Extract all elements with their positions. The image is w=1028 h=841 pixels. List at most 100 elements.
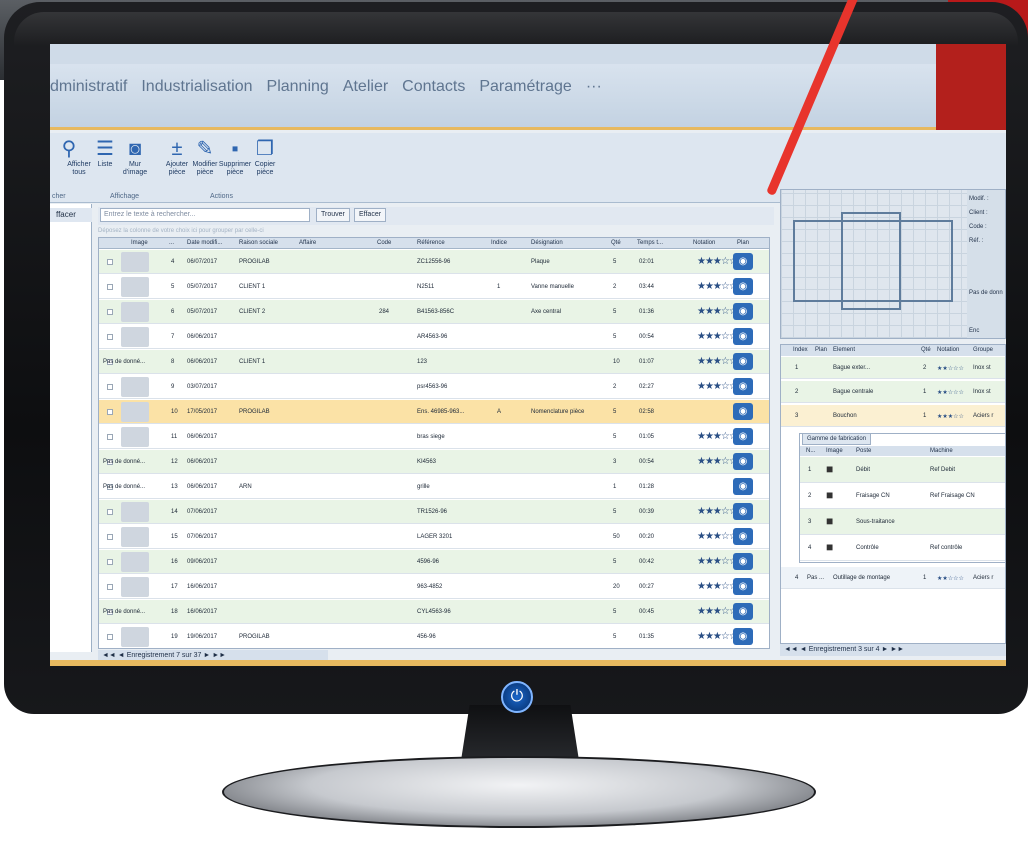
view-plan-icon[interactable]: ◉ bbox=[733, 578, 753, 595]
bom-col-notation[interactable]: Notation bbox=[937, 347, 959, 353]
row-checkbox[interactable] bbox=[107, 409, 113, 415]
view-plan-icon[interactable]: ◉ bbox=[733, 253, 753, 270]
table-row[interactable]: 19 19/06/2017 PROGILAB 456-96 5 01:35 ★★★☆☆ ◉ bbox=[99, 625, 769, 648]
col-indice[interactable]: Indice bbox=[491, 240, 507, 246]
row-checkbox[interactable] bbox=[107, 334, 113, 340]
view-plan-icon[interactable]: ◉ bbox=[733, 553, 753, 570]
view-plan-icon[interactable]: ◉ bbox=[733, 403, 753, 420]
view-plan-icon[interactable]: ◉ bbox=[733, 353, 753, 370]
view-plan-icon[interactable]: ◉ bbox=[733, 453, 753, 470]
table-row[interactable]: 4 06/07/2017 PROGILAB ZC12556-96 Plaque 5 02:0… bbox=[99, 250, 769, 274]
routing-row[interactable]: 4 ■ Contrôle Ref contrôle bbox=[800, 535, 1005, 561]
edit-part-button[interactable]: ✎ Modifier pièce bbox=[190, 137, 220, 177]
clear-button[interactable]: Effacer bbox=[354, 208, 387, 222]
view-plan-icon[interactable]: ◉ bbox=[733, 503, 753, 520]
routing-col-machine[interactable]: Machine bbox=[930, 448, 953, 454]
table-row[interactable]: Pas de donné... 12 06/06/2017 KI4563 3 00:54 ★… bbox=[99, 450, 769, 474]
col-image[interactable]: Image bbox=[131, 240, 148, 246]
table-row[interactable]: 7 06/06/2017 AR4563-96 5 00:54 ★★★☆☆ ◉ bbox=[99, 325, 769, 349]
row-checkbox[interactable] bbox=[107, 309, 113, 315]
col-notation[interactable]: Notation bbox=[693, 240, 715, 246]
view-plan-icon[interactable]: ◉ bbox=[733, 478, 753, 495]
routing-col-poste[interactable]: Poste bbox=[856, 448, 871, 454]
routing-row[interactable]: 1 ■ Débit Ref Debit bbox=[800, 457, 1005, 483]
power-button-icon[interactable]: ⏻ bbox=[501, 681, 533, 713]
image-wall-button[interactable]: ◙ Mur d'image bbox=[120, 137, 150, 177]
row-checkbox[interactable] bbox=[107, 634, 113, 640]
table-row[interactable]: 9 03/07/2017 psr4563-96 2 02:27 ★★★☆☆ ◉ bbox=[99, 375, 769, 399]
row-checkbox[interactable] bbox=[107, 534, 113, 540]
delete-part-button[interactable]: ▪ Supprimer pièce bbox=[219, 137, 251, 177]
menu-parametrage[interactable]: Paramétrage bbox=[479, 78, 572, 96]
add-part-button[interactable]: ± Ajouter pièce bbox=[162, 137, 192, 177]
row-checkbox[interactable] bbox=[107, 434, 113, 440]
view-plan-icon[interactable]: ◉ bbox=[733, 528, 753, 545]
menu-contacts[interactable]: Contacts bbox=[402, 78, 465, 96]
view-plan-icon[interactable]: ◉ bbox=[733, 378, 753, 395]
cell-qte: 20 bbox=[613, 584, 620, 590]
search-input[interactable]: Entrez le texte à rechercher... bbox=[100, 208, 310, 222]
col-reference[interactable]: Référence bbox=[417, 240, 445, 246]
table-row[interactable]: 17 16/06/2017 963-4852 20 00:27 ★★★☆☆ ◉ bbox=[99, 575, 769, 599]
bom-col-qte[interactable]: Qté bbox=[921, 347, 931, 353]
table-row[interactable]: 11 06/06/2017 bras siege 5 01:05 ★★★☆☆ ◉ bbox=[99, 425, 769, 449]
routing-col-image[interactable]: Image bbox=[826, 448, 843, 454]
list-view-button[interactable]: ☰ Liste bbox=[90, 137, 120, 169]
table-row[interactable]: Pas de donné... 13 06/06/2017 ARN grille 1 01:… bbox=[99, 475, 769, 499]
table-row[interactable]: Pas de donné... 18 16/06/2017 CYL4563-96 5 00… bbox=[99, 600, 769, 624]
routing-row[interactable]: 3 ■ Sous-traitance bbox=[800, 509, 1005, 535]
bom-col-element[interactable]: Element bbox=[833, 347, 855, 353]
table-row[interactable]: 6 05/07/2017 CLIENT 2 284 B41563-856C Axe cen… bbox=[99, 300, 769, 324]
copy-part-button[interactable]: ❐ Copier pièce bbox=[250, 137, 280, 177]
cell-qte: 1 bbox=[613, 484, 617, 490]
routing-tab[interactable]: Gamme de fabrication bbox=[802, 433, 872, 445]
row-checkbox[interactable] bbox=[107, 384, 113, 390]
bom-pager[interactable]: ◄◄ ◄ Enregistrement 3 sur 4 ► ►► bbox=[780, 644, 1006, 656]
bom-col-index[interactable]: Index bbox=[793, 347, 808, 353]
bom-col-plan[interactable]: Plan bbox=[815, 347, 827, 353]
part-thumbnail bbox=[121, 552, 149, 572]
view-plan-icon[interactable]: ◉ bbox=[733, 278, 753, 295]
col-code[interactable]: Code bbox=[377, 240, 391, 246]
col-date[interactable]: Date modifi... bbox=[187, 240, 222, 246]
view-plan-icon[interactable]: ◉ bbox=[733, 628, 753, 645]
row-checkbox[interactable] bbox=[107, 509, 113, 515]
table-row[interactable]: 14 07/06/2017 TR1526-96 5 00:39 ★★★☆☆ ◉ bbox=[99, 500, 769, 524]
bom-row-4[interactable]: 4 Pas ... Outillage de montage 1 ★★☆☆☆ A… bbox=[781, 567, 1005, 589]
bom-col-group[interactable]: Groupe bbox=[973, 347, 993, 353]
row-checkbox[interactable] bbox=[107, 559, 113, 565]
col-num[interactable]: ... bbox=[169, 240, 174, 246]
view-plan-icon[interactable]: ◉ bbox=[733, 428, 753, 445]
menu-administratif[interactable]: dministratif bbox=[50, 78, 127, 96]
table-row[interactable]: 5 05/07/2017 CLIENT 1 N2511 1 Vanne manuelle 2… bbox=[99, 275, 769, 299]
col-temps[interactable]: Temps t... bbox=[637, 240, 663, 246]
col-plan[interactable]: Plan bbox=[737, 240, 749, 246]
table-row[interactable]: Pas de donné... 8 06/06/2017 CLIENT 1 123 10 0… bbox=[99, 350, 769, 374]
row-checkbox[interactable] bbox=[107, 259, 113, 265]
routing-col-n[interactable]: N... bbox=[806, 448, 815, 454]
menu-atelier[interactable]: Atelier bbox=[343, 78, 388, 96]
bom-row[interactable]: 2 Bague centrale 1 ★★☆☆☆ Inox st bbox=[781, 381, 1005, 403]
view-plan-icon[interactable]: ◉ bbox=[733, 603, 753, 620]
bom-row[interactable]: 1 Bague exter... 2 ★★☆☆☆ Inox st bbox=[781, 357, 1005, 379]
col-designation[interactable]: Désignation bbox=[531, 240, 563, 246]
menu-industrialisation[interactable]: Industrialisation bbox=[141, 78, 252, 96]
menu-more[interactable]: ··· bbox=[586, 78, 602, 96]
meta-enc: Enc bbox=[969, 328, 980, 334]
col-client[interactable]: Raison sociale bbox=[239, 240, 278, 246]
row-checkbox[interactable] bbox=[107, 584, 113, 590]
bom-row[interactable]: 3 Bouchon 1 ★★★☆☆ Aciers r bbox=[781, 405, 1005, 427]
col-affaire[interactable]: Affaire bbox=[299, 240, 316, 246]
table-row[interactable]: 10 17/05/2017 PROGILAB Ens. 46985-963... A No… bbox=[99, 400, 769, 424]
view-plan-icon[interactable]: ◉ bbox=[733, 303, 753, 320]
table-row[interactable]: 15 07/06/2017 LAGER 3201 50 00:20 ★★★☆☆ ◉ bbox=[99, 525, 769, 549]
row-checkbox[interactable] bbox=[107, 284, 113, 290]
find-button[interactable]: Trouver bbox=[316, 208, 350, 222]
col-qte[interactable]: Qté bbox=[611, 240, 621, 246]
routing-row[interactable]: 2 ■ Fraisage CN Ref Fraisage CN bbox=[800, 483, 1005, 509]
clear-tab[interactable]: ffacer bbox=[50, 208, 92, 222]
cell-reference: N2511 bbox=[417, 284, 435, 290]
menu-planning[interactable]: Planning bbox=[267, 78, 329, 96]
table-row[interactable]: 16 09/06/2017 4596-96 5 00:42 ★★★☆☆ ◉ bbox=[99, 550, 769, 574]
view-plan-icon[interactable]: ◉ bbox=[733, 328, 753, 345]
